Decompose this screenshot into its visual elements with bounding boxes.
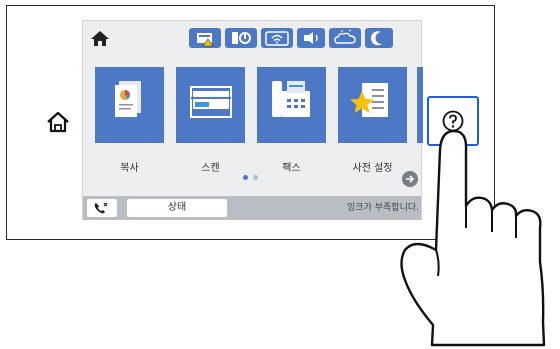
scan-tile[interactable] (176, 67, 245, 143)
fax-tile[interactable] (257, 67, 326, 143)
next-app-tile-partial[interactable] (417, 67, 423, 143)
fax-status-icon[interactable] (189, 28, 221, 48)
panel-home-icon[interactable] (45, 110, 71, 134)
status-button[interactable]: 상태 (127, 199, 227, 217)
page-indicator (243, 175, 258, 180)
wifi-icon[interactable] (261, 28, 293, 48)
page-dot (253, 175, 258, 180)
quiet-mode-icon[interactable] (365, 28, 393, 48)
home-icon[interactable] (90, 29, 110, 47)
status-bar (83, 21, 421, 55)
scan-label: 스캔 (201, 163, 220, 174)
app-tiles: 복사 스캔 팩스 사전 설정 (83, 67, 423, 177)
copy-tile[interactable] (95, 67, 164, 143)
presets-icon (350, 83, 388, 117)
help-icon (442, 110, 464, 132)
scan-icon (190, 86, 232, 118)
presets-label: 사전 설정 (352, 163, 393, 174)
call-button[interactable] (87, 199, 117, 217)
cloud-icon[interactable] (329, 28, 361, 48)
fax-icon (272, 81, 310, 117)
wifi-direct-icon[interactable] (297, 28, 325, 48)
lcd-screen: 복사 스캔 팩스 사전 설정 상태 잉크가 부족합니다. (82, 20, 423, 220)
fax-label: 팩스 (282, 163, 301, 174)
bottom-bar: 상태 잉크가 부족합니다. (83, 196, 421, 220)
sd-card-icon[interactable] (225, 28, 257, 48)
presets-tile[interactable] (338, 67, 407, 143)
next-arrow-icon[interactable] (402, 171, 418, 187)
help-button[interactable] (427, 96, 479, 146)
ink-low-message: 잉크가 부족합니다. (347, 203, 419, 213)
copy-icon (115, 81, 141, 117)
call-icon (94, 202, 108, 214)
page-dot-active (243, 175, 248, 180)
copy-label: 복사 (120, 163, 139, 174)
